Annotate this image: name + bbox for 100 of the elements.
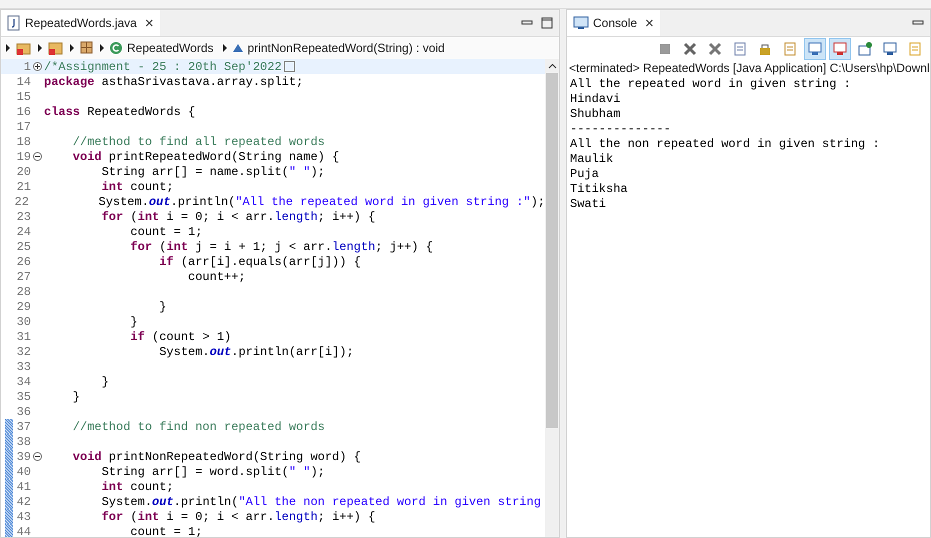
toolbar-icon	[857, 41, 873, 57]
line-number: 14	[16, 74, 31, 88]
toolbar-icon	[882, 41, 898, 57]
toolbar-icon	[732, 41, 748, 57]
method-crumb[interactable]: printNonRepeatedWord(String) : void	[232, 41, 445, 55]
arrow-icon	[5, 43, 11, 53]
collapse-icon[interactable]	[33, 152, 42, 161]
line-number: 40	[16, 464, 31, 478]
code-line: System.out.println("All the non repeated word in given string	[100, 494, 541, 508]
line-number: 37	[16, 420, 31, 434]
line-number: 30	[16, 314, 31, 328]
code-line: }	[100, 374, 109, 388]
tab-title: RepeatedWords.java	[25, 16, 137, 30]
code-line: void printNonRepeatedWord(String word) {	[72, 450, 361, 464]
toolbar-icon	[907, 41, 923, 57]
code-line: String arr[] = word.split(" ");	[100, 464, 325, 478]
console-output-line: All the non repeated word in given string :	[570, 137, 881, 152]
code-line: String arr[] = name.split(" ");	[100, 164, 325, 178]
line-number: 25	[16, 240, 31, 254]
line-number: 29	[16, 300, 31, 314]
line-number: 21	[16, 180, 31, 194]
console-output-line: --------------	[570, 122, 672, 137]
maximize-icon[interactable]	[541, 17, 553, 29]
line-number: 44	[16, 524, 31, 537]
toolbar-button[interactable]	[829, 38, 851, 60]
console-output-line: Titiksha	[570, 182, 629, 197]
code-line: if (arr[i].equals(arr[j])) {	[158, 254, 361, 268]
arrow-icon	[99, 43, 105, 53]
code-line: /*Assignment - 25 : 20th Sep'2022	[44, 60, 282, 74]
arrow-icon	[222, 43, 228, 53]
toolbar-button[interactable]	[804, 38, 826, 60]
tab-title: Console	[593, 16, 638, 30]
code-line: }	[72, 390, 80, 404]
code-line: int count;	[100, 480, 174, 494]
console-output-line: All the repeated word in given string :	[570, 77, 852, 92]
code-line: //method to find non repeated words	[72, 420, 325, 434]
line-number: 33	[16, 360, 31, 374]
line-number: 1	[22, 60, 31, 74]
arrow-icon	[69, 43, 75, 53]
line-number: 24	[16, 224, 31, 238]
line-number: 32	[16, 344, 31, 358]
console-output-line: Shubham	[570, 107, 622, 122]
line-number: 17	[16, 120, 31, 134]
code-line: }	[129, 314, 138, 328]
toolbar-icon	[707, 41, 723, 57]
code-line: count = 1;	[129, 524, 202, 537]
close-icon[interactable]: ×	[645, 14, 654, 32]
toolbar-icon	[682, 41, 698, 57]
toolbar-icon	[657, 41, 673, 57]
code-line: if (count > 1)	[129, 330, 232, 344]
toolbar-icon	[832, 41, 848, 57]
line-number: 18	[16, 134, 31, 148]
line-number: 38	[16, 434, 31, 448]
collapse-icon[interactable]	[33, 452, 42, 461]
console-output-line: Puja	[570, 167, 600, 182]
line-number: 41	[16, 480, 31, 494]
line-number: 42	[16, 494, 31, 508]
code-line: for (int i = 0; i < arr.length; i++) {	[100, 510, 376, 524]
java-file-icon	[7, 15, 21, 31]
console-output-line: Hindavi	[570, 92, 622, 107]
line-number: 16	[16, 104, 31, 118]
line-number: 19	[16, 150, 31, 164]
code-line: void printRepeatedWord(String name) {	[72, 150, 340, 164]
line-number: 15	[16, 90, 31, 104]
line-number: 43	[16, 510, 31, 524]
code-line: int count;	[100, 180, 174, 194]
line-number: 27	[16, 270, 31, 284]
code-line: package asthaSrivastava.array.split;	[44, 74, 304, 88]
class-icon	[109, 41, 123, 55]
arrow-icon	[37, 43, 43, 53]
console-output-line: Maulik	[570, 152, 614, 167]
line-number: 28	[16, 284, 31, 298]
folder-icon[interactable]	[47, 40, 65, 56]
code-line: for (int i = 0; i < arr.length; i++) {	[100, 210, 376, 224]
code-line: System.out.println(arr[i]);	[158, 344, 354, 358]
console-output-line: Swati	[570, 197, 608, 212]
class-crumb[interactable]: RepeatedWords	[109, 41, 214, 55]
line-number: 35	[16, 390, 31, 404]
line-number: 22	[14, 194, 29, 208]
toolbar-icon	[807, 41, 823, 57]
expand-icon[interactable]	[33, 62, 42, 71]
line-number: 34	[16, 374, 31, 388]
line-number: 26	[16, 254, 31, 268]
line-number: 39	[16, 450, 31, 464]
scroll-thumb[interactable]	[546, 73, 558, 428]
console-tab[interactable]: Console ×	[567, 10, 660, 36]
monitor-icon	[573, 16, 589, 30]
close-icon[interactable]: ×	[144, 14, 154, 32]
scrollbar[interactable]	[545, 59, 559, 537]
triangle-icon	[232, 42, 244, 54]
code-line: count++;	[187, 270, 246, 284]
code-line: System.out.println("All the repeated word in given string :");	[98, 194, 545, 208]
code-line: //method to find all repeated words	[72, 134, 325, 148]
folded-code-marker[interactable]	[284, 61, 295, 72]
editor-tab[interactable]: RepeatedWords.java ×	[1, 10, 160, 36]
code-line: count = 1;	[129, 224, 202, 238]
package-icon[interactable]	[79, 40, 95, 56]
line-number: 20	[16, 164, 31, 178]
code-line: for (int j = i + 1; j < arr.length; j++) {	[129, 240, 433, 254]
line-number: 31	[16, 330, 31, 344]
